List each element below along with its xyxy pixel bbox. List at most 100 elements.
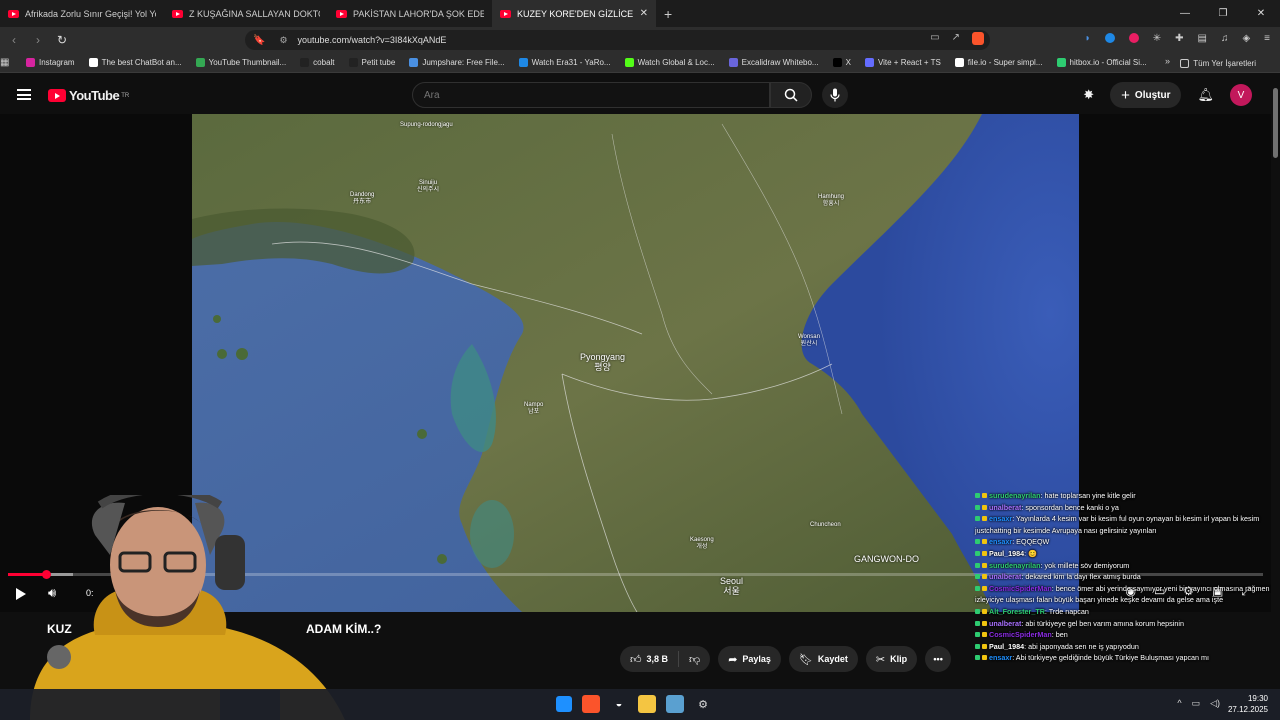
bookmark-item[interactable]: Petit tube [348, 58, 395, 67]
channel-avatar[interactable] [47, 645, 71, 669]
clock-time: 19:30 [1247, 694, 1268, 703]
puzzle-icon[interactable]: ✚ [1175, 33, 1183, 44]
bookmark-item[interactable]: Watch Era31 - YaRo... [518, 58, 611, 67]
chat-text: : dekared kim la dayı flex atmış burda [1021, 572, 1141, 582]
scrollbar-thumb[interactable] [1273, 88, 1278, 158]
more-dots-icon: ••• [933, 654, 943, 664]
chat-username: Paul_1984 [989, 641, 1025, 651]
chat-badge-icon [982, 504, 987, 510]
browser-toolbar: ‹ › ↻ 🔖 ⚙ youtube.com/watch?v=3I84kXqANd… [0, 27, 1280, 53]
chat-badge-icon [975, 585, 980, 591]
bookmark-favicon-icon [728, 58, 738, 67]
app-icon[interactable] [666, 695, 684, 713]
reload-button[interactable]: ↻ [52, 33, 72, 47]
site-info-icon[interactable]: ⚙ [279, 35, 287, 46]
chat-message: surudenayrilan: hate toplarsan yine kitl… [975, 490, 1280, 502]
bookmark-item[interactable]: Watch Global & Loc... [624, 58, 715, 67]
youtube-header: YouTube TR ✸ + Oluştur 🔔︎ V [0, 74, 1280, 116]
page-scrollbar[interactable] [1271, 74, 1280, 689]
vpn-icon[interactable]: ◈ [1242, 33, 1250, 44]
cast-icon[interactable]: ▭ [930, 32, 939, 45]
dislike-button[interactable]: 👎︎ [679, 653, 710, 666]
tray-chevron-icon[interactable]: ^ [1177, 698, 1181, 709]
map-label: Pyongyang 평양 [580, 352, 626, 372]
chat-badge-icon [975, 620, 980, 626]
steam-icon[interactable]: ◒ [610, 695, 628, 713]
chat-username: ensaxr [989, 653, 1013, 663]
new-tab-button[interactable]: + [664, 6, 672, 22]
sidebar-icon[interactable]: ▤ [1198, 33, 1207, 44]
extension-icon[interactable] [1128, 33, 1139, 43]
extension-icon[interactable] [1104, 33, 1115, 43]
chat-text: : yok millete söv demiyorum [1040, 560, 1130, 570]
address-bar[interactable]: 🔖 ⚙ youtube.com/watch?v=3I84kXqANdE ▭ ↗ [245, 30, 990, 50]
save-button[interactable]: 🔖︎ Kaydet [788, 646, 858, 672]
bookmark-item[interactable]: cobalt [300, 58, 335, 67]
brave-shields-icon[interactable] [972, 32, 984, 45]
maximize-button[interactable]: ❐ [1204, 0, 1242, 27]
plus-icon: + [1121, 86, 1130, 104]
browser-tab[interactable]: Z KUŞAĞINA SALLAYAN DOKTOR - Y [164, 0, 328, 27]
close-window-button[interactable]: ✕ [1242, 0, 1280, 27]
menu-icon[interactable]: ≡ [1264, 33, 1270, 44]
settings-app-icon[interactable]: ⚙ [694, 695, 712, 713]
youtube-wordmark: YouTube [69, 88, 120, 103]
bookmark-item[interactable]: The best ChatBot an... [88, 58, 182, 67]
system-clock[interactable]: 19:30 27.12.2025 [1228, 693, 1268, 715]
clip-button[interactable]: ✂ Klip [865, 646, 918, 672]
file-explorer-icon[interactable] [638, 695, 656, 713]
chat-username: ensaxr [989, 537, 1013, 547]
browser-tab-active[interactable]: KUZEY KORE'DEN GİZLİCE STEAM ✕ [492, 0, 656, 27]
apps-grid-icon[interactable]: ▦ [0, 57, 26, 68]
search-input[interactable] [412, 82, 770, 108]
brave-browser-icon[interactable] [582, 695, 600, 713]
chat-message: Paul_1984: abi japonyada sen ne iş yapıy… [975, 641, 1280, 653]
share-icon[interactable]: ↗ [952, 32, 960, 45]
scissors-icon: ✂ [875, 653, 886, 666]
map-label: Kaesong 개성 [690, 537, 714, 550]
notifications-bell-icon[interactable]: 🔔︎ [1197, 87, 1214, 103]
minimize-button[interactable]: — [1166, 0, 1204, 27]
youtube-play-logo-icon [48, 89, 66, 102]
bookmark-item[interactable]: Instagram [26, 58, 75, 67]
create-button[interactable]: + Oluştur [1110, 82, 1182, 108]
bookmark-item[interactable]: Excalidraw Whitebo... [728, 58, 819, 67]
bookmark-favicon-icon [409, 58, 419, 67]
more-actions-button[interactable]: ••• [925, 646, 952, 672]
hamburger-menu-icon[interactable] [17, 89, 31, 100]
bookmark-favicon-icon [195, 58, 205, 67]
account-avatar[interactable]: V [1230, 84, 1252, 106]
chat-badge-icon [975, 632, 980, 638]
share-button[interactable]: ➦ Paylaş [718, 646, 781, 672]
bookmark-item[interactable]: Jumpshare: Free File... [409, 58, 505, 67]
voice-search-button[interactable] [822, 82, 848, 108]
all-bookmarks-folder[interactable]: Tüm Yer İşaretleri [1180, 53, 1256, 73]
bookmark-item[interactable]: YouTube Thumbnail... [195, 58, 286, 67]
chat-username: unalberat [989, 572, 1022, 582]
back-button[interactable]: ‹ [4, 33, 24, 47]
youtube-logo[interactable]: YouTube TR [48, 88, 129, 103]
search-button[interactable] [770, 82, 812, 108]
like-button[interactable]: 👍︎ 3,8 B [620, 651, 680, 667]
extension-icon[interactable]: ✳ [1153, 33, 1161, 44]
more-bookmarks-icon[interactable]: » [1165, 56, 1170, 66]
network-icon[interactable]: ▭ [1192, 698, 1201, 709]
browser-tab[interactable]: PAKİSTAN LAHOR'DA ŞOK EDEN GÜN [328, 0, 492, 27]
bookmark-favicon-icon [348, 58, 358, 67]
bookmark-item[interactable]: X [832, 58, 851, 67]
chat-username: ensaxr [989, 514, 1013, 524]
windows-start-icon[interactable] [556, 696, 572, 712]
forward-button[interactable]: › [28, 33, 48, 47]
browser-tab[interactable]: Afrikada Zorlu Sınır Geçişi! Yol Yok R [0, 0, 164, 27]
bookmark-item[interactable]: hitbox.io - Official Si... [1056, 58, 1147, 67]
bookmark-icon[interactable]: 🔖 [253, 35, 265, 46]
chat-message: ensaxr: Abi türkiyeye geldiğinde büyük T… [975, 652, 1280, 664]
translate-icon[interactable]: ◗ [1085, 33, 1091, 44]
studio-icon[interactable]: ✸ [1083, 87, 1094, 103]
close-tab-icon[interactable]: ✕ [640, 8, 648, 19]
music-icon[interactable]: ♫ [1221, 33, 1229, 44]
speaker-icon[interactable]: ◁) [1210, 698, 1220, 709]
bookmark-item[interactable]: file.io - Super simpl... [954, 58, 1043, 67]
chat-badge-icon [975, 608, 980, 614]
bookmark-item[interactable]: Vite + React + TS [864, 58, 941, 67]
